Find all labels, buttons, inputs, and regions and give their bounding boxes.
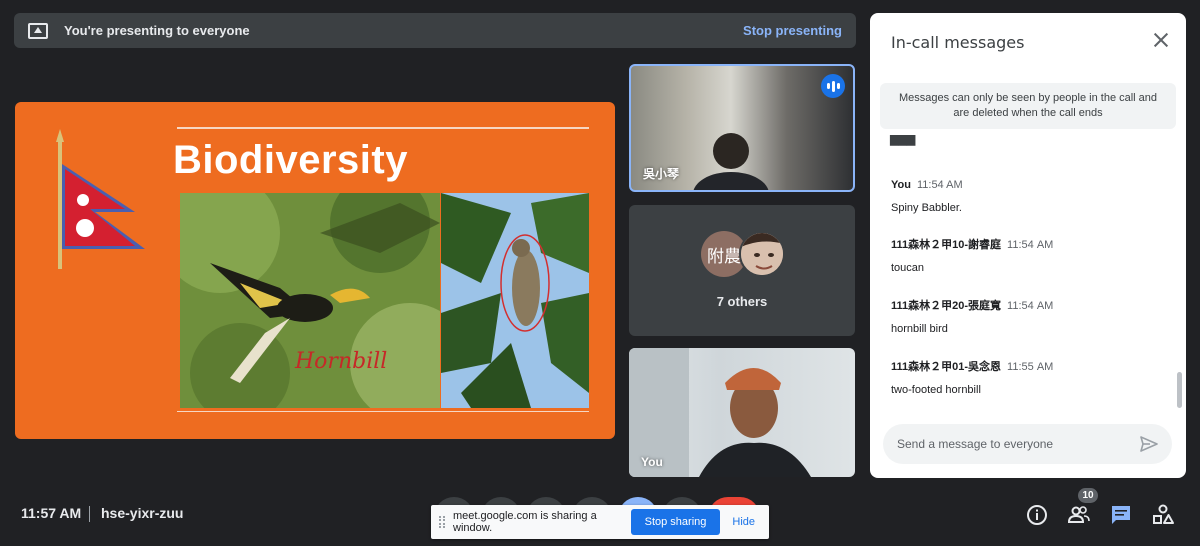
info-icon[interactable] [1025, 503, 1049, 527]
message-text: hornbill bird [891, 323, 948, 335]
avatar-photo [739, 231, 785, 277]
list-item: 111森林２甲20-張庭寬 11:54 AM hornbill bird [891, 296, 1053, 335]
hornbill-photo: Hornbill [180, 193, 440, 408]
divider [89, 506, 90, 522]
people-icon[interactable] [1067, 503, 1091, 527]
chat-scrollbar[interactable] [1177, 372, 1182, 408]
clipped-message-fragment: ▇▇▇ [890, 135, 916, 146]
message-composer [883, 424, 1172, 464]
slide-divider-bottom [177, 411, 589, 412]
message-list[interactable]: ▇▇▇ You 11:54 AM Spiny Babbler. 111森林２甲10… [870, 135, 1186, 413]
participant-name-self: You [641, 455, 663, 469]
send-icon[interactable] [1140, 436, 1158, 452]
message-time: 11:54 AM [916, 179, 963, 191]
message-sender: 111森林２甲01-吳念恩 [891, 361, 1002, 373]
list-item: 111森林２甲01-吳念恩 11:55 AM two-footed hornbil… [891, 357, 1053, 396]
close-icon[interactable] [1152, 31, 1170, 49]
present-screen-icon [28, 22, 48, 39]
list-item: You 11:54 AM Spiny Babbler. [891, 175, 963, 214]
message-time: 11:55 AM [1007, 361, 1054, 373]
presented-slide: Biodiversity Hornbill [15, 102, 615, 439]
slide-divider-top [177, 127, 589, 129]
hide-button[interactable]: Hide [732, 516, 755, 528]
chat-icon[interactable] [1109, 503, 1133, 527]
stop-sharing-button[interactable]: Stop sharing [630, 509, 721, 535]
drag-handle-icon[interactable] [439, 516, 445, 528]
message-sender: You [891, 179, 911, 191]
current-time: 11:57 AM [21, 505, 82, 521]
babbler-photo [441, 193, 589, 408]
others-tile[interactable]: 附農 7 others [629, 205, 855, 336]
participant-tile-self[interactable]: You [629, 348, 855, 477]
participant-name: 吳小琴 [643, 167, 680, 181]
panel-title: In-call messages [891, 33, 1025, 52]
message-time: 11:54 AM [1007, 300, 1054, 312]
presenting-text: You're presenting to everyone [64, 23, 250, 38]
message-sender: 111森林２甲20-張庭寬 [891, 300, 1002, 312]
message-text: two-footed hornbill [891, 384, 981, 396]
message-text: Spiny Babbler. [891, 202, 962, 214]
participant-count-badge: 10 [1078, 488, 1098, 503]
speaking-indicator-icon [821, 74, 845, 98]
handwriting-annotation: Hornbill [294, 349, 387, 374]
message-time: 11:54 AM [1007, 239, 1054, 251]
avatar-stack: 附農 [701, 231, 791, 277]
message-sender: 111森林２甲10-謝睿庭 [891, 239, 1002, 251]
slide-title: Biodiversity [173, 138, 408, 182]
presenting-banner: You're presenting to everyone Stop prese… [14, 13, 856, 48]
sharing-text: meet.google.com is sharing a window. [453, 510, 597, 534]
sharing-notification-bar: meet.google.com is sharing a window. Sto… [431, 505, 769, 539]
meeting-code: hse-yixr-zuu [101, 505, 184, 521]
messages-notice: Messages can only be seen by people in t… [880, 83, 1176, 129]
list-item: 111森林２甲10-謝睿庭 11:54 AM toucan [891, 235, 1053, 274]
activities-icon[interactable] [1151, 503, 1175, 527]
stop-presenting-button[interactable]: Stop presenting [743, 23, 842, 38]
message-input[interactable] [897, 437, 1140, 451]
participant-tile-speaker[interactable]: 吳小琴 [629, 64, 855, 192]
in-call-messages-panel: In-call messages Messages can only be se… [870, 13, 1186, 478]
message-text: toucan [891, 262, 925, 274]
others-count: 7 others [716, 294, 768, 309]
nepal-flag-image [56, 129, 145, 269]
